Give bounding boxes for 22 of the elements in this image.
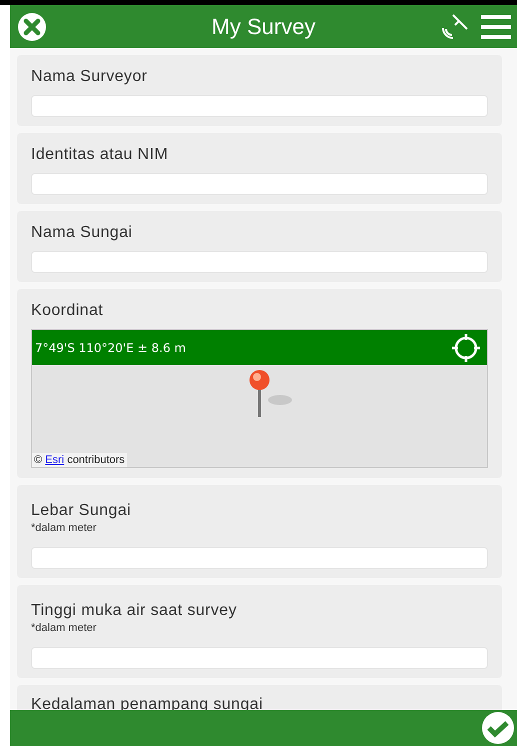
- window-title: My Survey: [212, 13, 316, 41]
- attribution-text: ©: [34, 454, 44, 466]
- question-label: Nama Sungai: [31, 223, 134, 243]
- attribution-link[interactable]: Esri: [45, 454, 64, 466]
- question-hint: *dalam meter: [31, 621, 98, 635]
- input-field[interactable]: [31, 95, 488, 117]
- input-field[interactable]: [31, 547, 488, 569]
- question-label: Koordinat: [31, 301, 104, 321]
- coordinates-text: 7°49'S 110°20'E ± 8.6 m: [35, 340, 186, 356]
- question-label: Lebar Sungai: [31, 501, 132, 521]
- pin-icon: [247, 369, 295, 419]
- menu-icon[interactable]: [480, 14, 511, 40]
- submit-check-icon[interactable]: [481, 711, 515, 745]
- input-field[interactable]: [31, 251, 488, 273]
- input-field[interactable]: [31, 647, 488, 669]
- close-icon[interactable]: [16, 10, 48, 42]
- question-label: Nama Surveyor: [31, 67, 148, 87]
- attribution-text: contributors: [66, 454, 125, 466]
- input-field[interactable]: [31, 173, 488, 195]
- question-label: Tinggi muka air saat survey: [31, 601, 238, 621]
- question-hint: *dalam meter: [31, 521, 98, 535]
- question-label: Identitas atau NIM: [31, 145, 170, 165]
